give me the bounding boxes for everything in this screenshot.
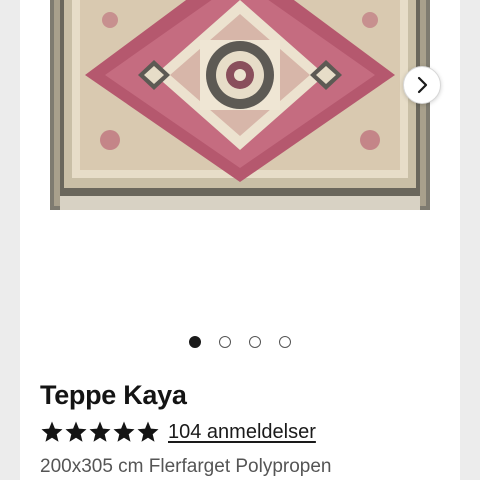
carousel-next-button[interactable]: [403, 66, 441, 104]
star-rating: [40, 420, 160, 444]
rating-row: 104 anmeldelser: [40, 418, 316, 446]
carousel-dot-1[interactable]: [189, 336, 201, 348]
chevron-right-icon: [417, 76, 428, 94]
product-spec: 200x305 cm Flerfarget Polypropen: [40, 456, 332, 477]
carousel-dot-2[interactable]: [219, 336, 231, 348]
product-title: Teppe Kaya: [40, 380, 187, 410]
product-card: Teppe Kaya 104 anmeldelser 200x305 cm Fl…: [20, 0, 460, 480]
image-carousel[interactable]: [20, 0, 460, 348]
carousel-indicators: [20, 336, 460, 350]
rug-product-image[interactable]: [50, 0, 430, 210]
carousel-dot-3[interactable]: [249, 336, 261, 348]
star-icon: [137, 421, 159, 442]
star-icon: [65, 421, 87, 442]
star-icon: [113, 421, 135, 442]
star-icon: [41, 421, 63, 442]
star-icon: [89, 421, 111, 442]
reviews-link[interactable]: 104 anmeldelser: [168, 421, 316, 444]
carousel-dot-4[interactable]: [279, 336, 291, 348]
